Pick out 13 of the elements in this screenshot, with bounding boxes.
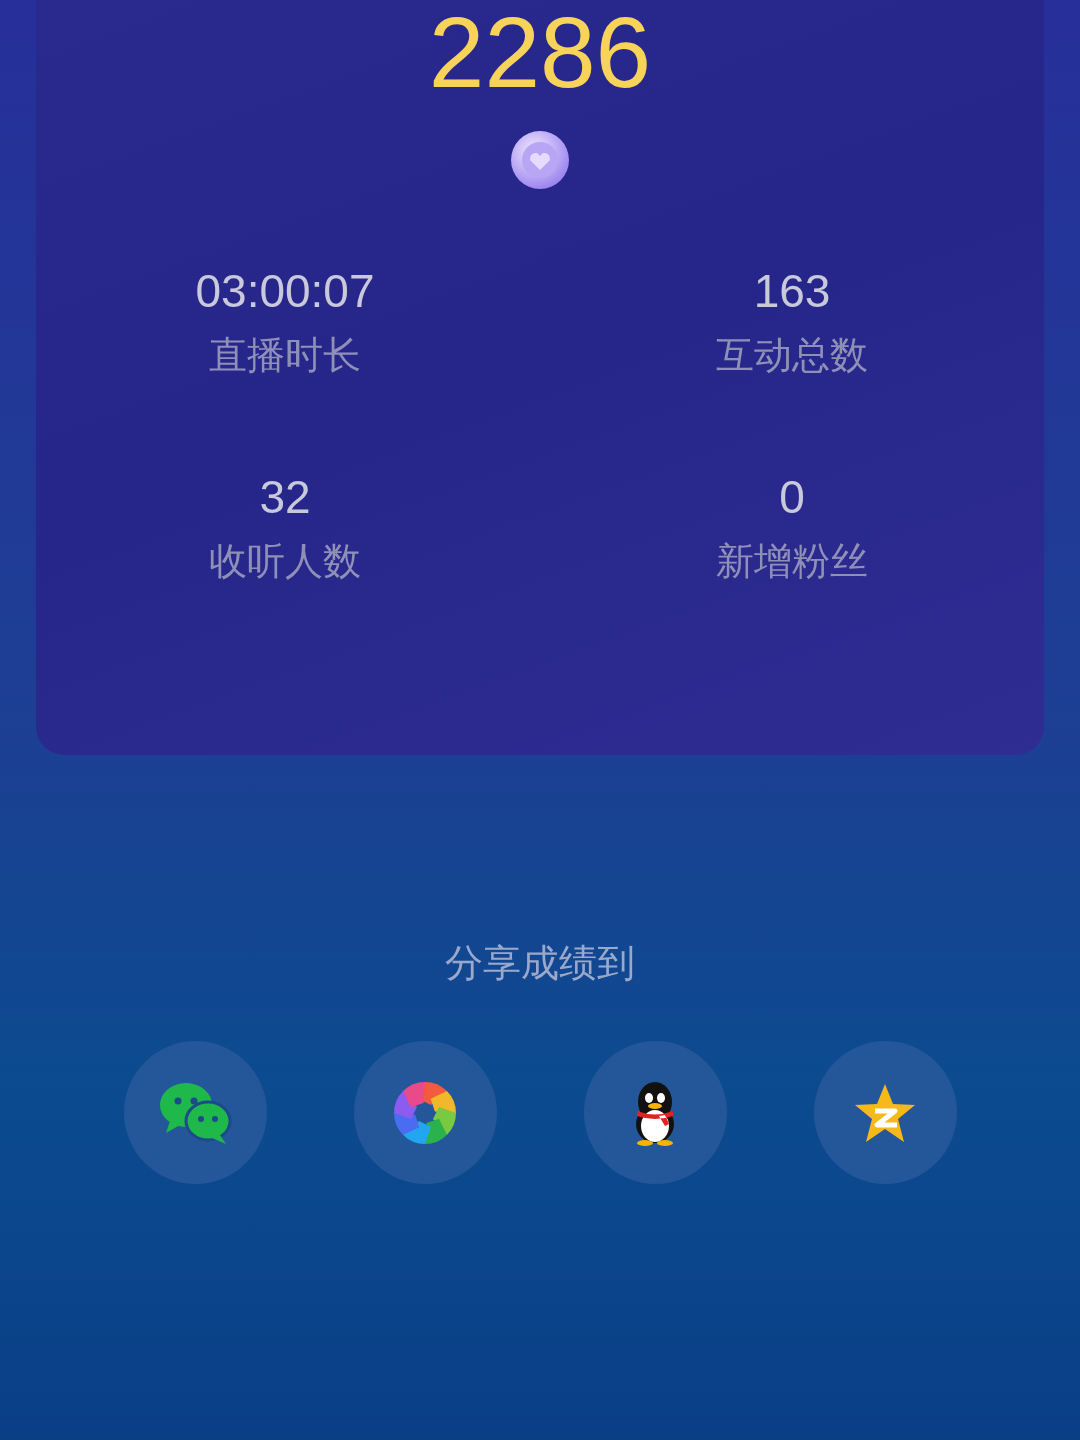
gem-icon (510, 130, 570, 190)
stat-value: 03:00:07 (195, 264, 375, 318)
stat-label: 新增粉丝 (716, 538, 868, 584)
stat-label: 收听人数 (209, 538, 361, 584)
stat-label: 直播时长 (209, 332, 361, 378)
total-value: 2286 (428, 2, 652, 102)
aperture-icon (393, 1080, 457, 1145)
chat-bubbles-icon (158, 1080, 232, 1145)
stat-value: 163 (753, 264, 831, 318)
stat-label: 互动总数 (716, 332, 868, 378)
stat-value: 0 (779, 470, 805, 524)
share-title: 分享成绩到 (445, 940, 635, 987)
stat-value: 32 (259, 470, 311, 524)
